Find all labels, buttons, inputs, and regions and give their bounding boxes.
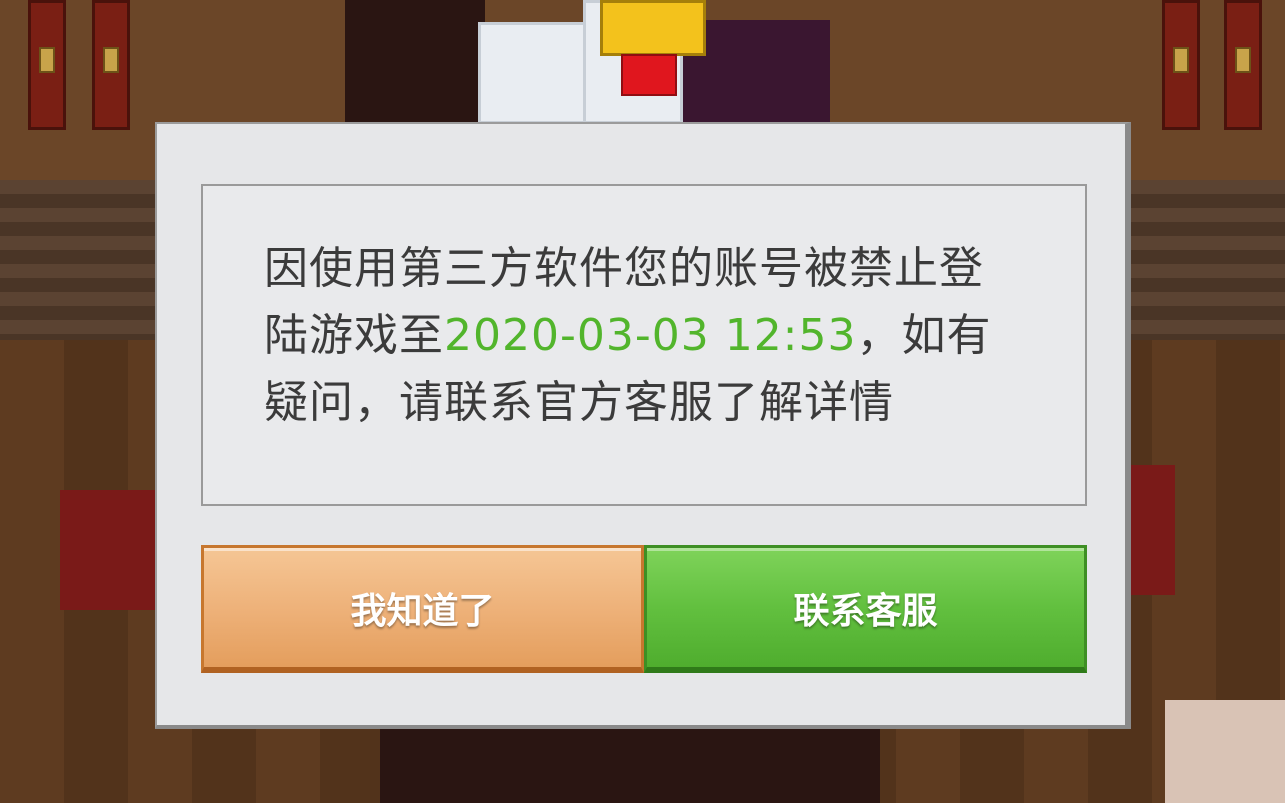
lantern-ornament [103,47,119,73]
character-hand [1165,700,1285,803]
lantern-ornament [1173,47,1189,73]
acknowledge-button[interactable]: 我知道了 [201,545,644,673]
chicken-wattle [621,54,677,96]
contact-support-button[interactable]: 联系客服 [644,545,1087,673]
lantern-ornament [39,47,55,73]
ban-until-datetime: 2020-03-03 12:53 [444,309,857,361]
character-flag [1130,465,1175,595]
lantern-ornament [1235,47,1251,73]
chicken-mascot-icon [478,0,708,124]
lantern-pillar-right-2 [1224,0,1262,130]
character-cape [60,490,160,610]
background-stands-left [0,180,155,340]
background-stands-right [1131,180,1285,340]
contact-support-button-label: 联系客服 [793,590,938,632]
lantern-pillar-left-2 [92,0,130,130]
lantern-pillar-right-1 [1162,0,1200,130]
acknowledge-button-label: 我知道了 [350,590,495,632]
message-panel: 因使用第三方软件您的账号被禁止登陆游戏至2020-03-03 12:53，如有疑… [201,184,1087,506]
game-scene: 因使用第三方软件您的账号被禁止登陆游戏至2020-03-03 12:53，如有疑… [0,0,1285,803]
chicken-beak [600,0,706,56]
lantern-pillar-left-1 [28,0,66,130]
ban-message: 因使用第三方软件您的账号被禁止登陆游戏至2020-03-03 12:53，如有疑… [264,235,1024,436]
character-body [345,0,485,130]
character-legs [380,725,880,803]
ban-notice-dialog: 因使用第三方软件您的账号被禁止登陆游戏至2020-03-03 12:53，如有疑… [155,122,1131,729]
